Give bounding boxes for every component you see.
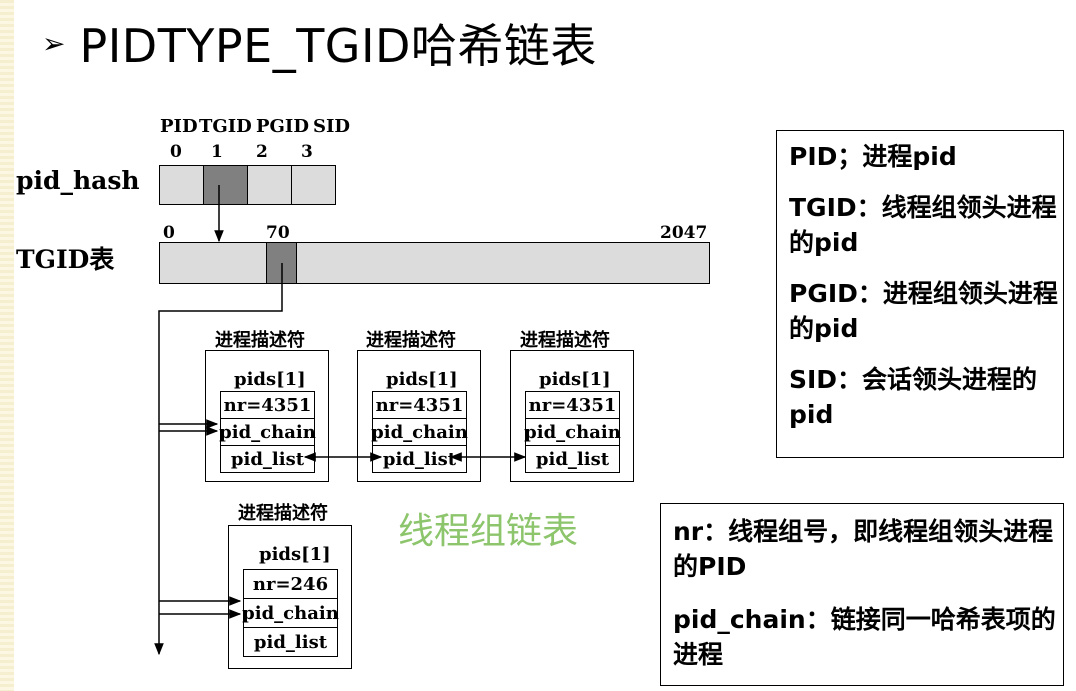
legend-nr: nr：线程组号，即线程组领头进程的PID (673, 517, 1054, 581)
legend-tgid: TGID：线程组领头进程的pid (789, 193, 1057, 257)
legend-pid: PID；进程pid (789, 142, 957, 171)
tgid-chain-line (158, 263, 283, 640)
legend-sid: SID：会话领头进程的pid (789, 365, 1038, 429)
legend-pgid: PGID：进程组领头进程的pid (789, 279, 1058, 343)
legend-box-ids: PID；进程pid TGID：线程组领头进程的pid PGID：进程组领头进程的… (776, 130, 1064, 458)
legend-pid-chain: pid_chain：链接同一哈希表项的进程 (673, 605, 1056, 669)
legend-box-fields: nr：线程组号，即线程组领头进程的PID pid_chain：链接同一哈希表项的… (660, 503, 1064, 686)
